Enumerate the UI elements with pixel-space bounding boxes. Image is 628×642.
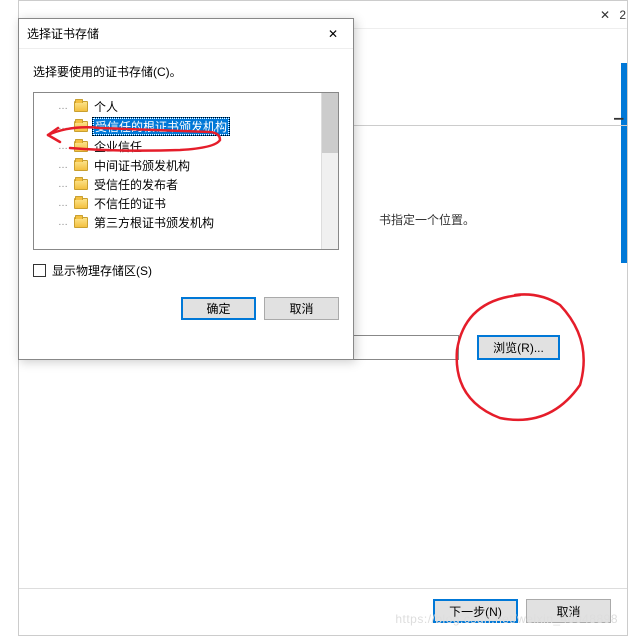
dialog-instruction: 选择要使用的证书存储(C)。 [33,63,339,80]
close-icon[interactable]: ✕ [321,22,345,46]
tree-expand-icon: … [58,101,68,112]
show-physical-checkbox-row[interactable]: 显示物理存储区(S) [33,262,339,279]
tree-expand-icon: … [58,198,68,209]
cropped-text: 2 [619,8,626,22]
tree-item[interactable]: … 第三方根证书颁发机构 [36,213,319,232]
tree-expand-icon: … [58,217,68,228]
tree-item[interactable]: … 中间证书颁发机构 [36,156,319,175]
tree-item-label: 受信任的根证书颁发机构 [92,117,230,136]
tree-expand-icon: … [58,141,68,152]
watermark: https://blog.csdn.net/weixin_40048898 [395,612,618,626]
folder-icon [74,179,88,190]
tree-expand-icon: … [58,160,68,171]
folder-icon [74,160,88,171]
tree-item[interactable]: … 不信任的证书 [36,194,319,213]
folder-icon [74,217,88,228]
cropped-text-right: l [611,117,626,121]
tree-item-label: 不信任的证书 [92,195,168,212]
tree-item[interactable]: … 受信任的发布者 [36,175,319,194]
show-physical-label: 显示物理存储区(S) [52,262,152,279]
tree-expand-icon: … [58,179,68,190]
folder-icon [74,121,88,132]
browse-button[interactable]: 浏览(R)... [477,335,560,360]
wizard-description: 书指定一个位置。 [379,211,475,228]
dialog-footer: 确定 取消 [33,297,339,320]
footer-divider [19,588,627,589]
tree-item-label: 企业信任 [92,138,144,155]
tree-item[interactable]: … 企业信任 [36,137,319,156]
dialog-title: 选择证书存储 [27,25,321,42]
folder-icon [74,141,88,152]
tree-item-label: 个人 [92,98,120,115]
folder-icon [74,101,88,112]
window-accent-bar [621,63,627,263]
tree-item-label: 中间证书颁发机构 [92,157,192,174]
checkbox-icon [33,264,46,277]
cert-store-tree[interactable]: … 个人 … 受信任的根证书颁发机构 … 企业信任 … 中间证书颁发机构 … 受信任的发布者 … 不信… [34,93,321,249]
tree-item-label: 第三方根证书颁发机构 [92,214,216,231]
dialog-body: 选择要使用的证书存储(C)。 … 个人 … 受信任的根证书颁发机构 … 企业信任 … 中间证书… [19,49,353,334]
tree-item[interactable]: … 受信任的根证书颁发机构 [36,116,319,137]
tree-item[interactable]: … 个人 [36,97,319,116]
select-cert-store-dialog: 选择证书存储 ✕ 选择要使用的证书存储(C)。 …个人…受信任的根证书颁发机构…… [18,18,354,360]
tree-expand-icon: … [58,121,68,132]
tree-item-label: 受信任的发布者 [92,176,180,193]
cancel-button[interactable]: 取消 [264,297,339,320]
dialog-titlebar: 选择证书存储 ✕ [19,19,353,49]
scroll-thumb[interactable] [322,93,338,153]
cert-store-tree-container: … 个人 … 受信任的根证书颁发机构 … 企业信任 … 中间证书颁发机构 … 受信任的发布者 … 不信… [33,92,339,250]
ok-button[interactable]: 确定 [181,297,256,320]
folder-icon [74,198,88,209]
scrollbar[interactable] [321,93,338,249]
